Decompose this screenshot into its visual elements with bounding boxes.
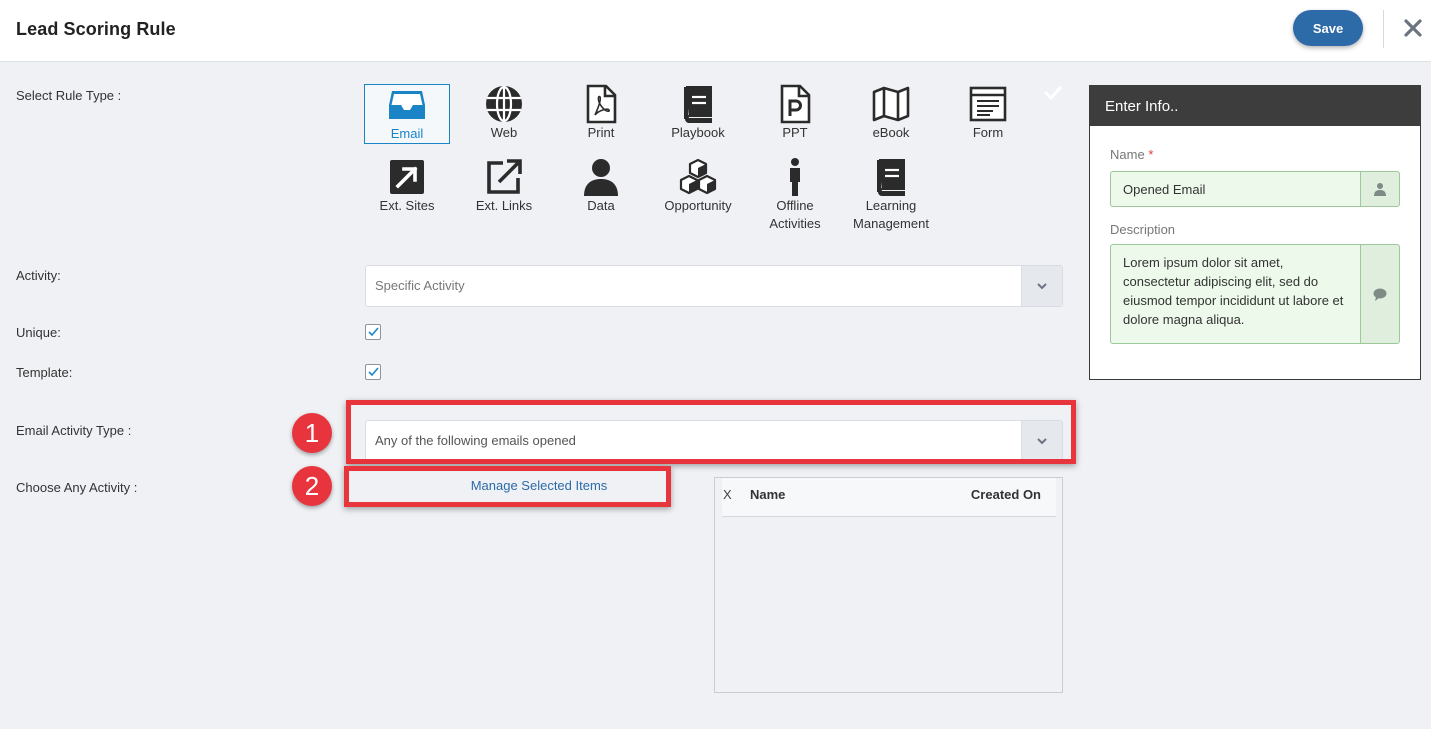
step-badge-2: 2: [292, 466, 332, 506]
rule-type-ext-links[interactable]: Ext. Links: [461, 157, 547, 215]
close-icon[interactable]: [1401, 16, 1425, 40]
rule-type-label: Offline Activities: [769, 198, 821, 231]
cubes-icon: [679, 158, 717, 195]
page-title: Lead Scoring Rule: [16, 19, 176, 39]
divider: [1383, 10, 1384, 48]
check-icon: [1044, 86, 1062, 100]
rule-type-label: Print: [587, 125, 615, 140]
rule-type-label: Playbook: [671, 125, 725, 140]
rule-type-offline-activities[interactable]: Offline Activities: [752, 157, 838, 233]
template-checkbox[interactable]: [365, 364, 381, 380]
choose-any-activity-label: Choose Any Activity :: [16, 480, 138, 495]
rule-type-label: Email: [390, 126, 424, 141]
name-label: Name *: [1110, 147, 1154, 162]
description-field[interactable]: Lorem ipsum dolor sit amet, consectetur …: [1110, 244, 1360, 344]
select-rule-type-label: Select Rule Type :: [16, 88, 122, 103]
created-on-column-header[interactable]: Created On: [971, 487, 1041, 502]
rule-type-data[interactable]: Data: [558, 157, 644, 215]
rule-type-playbook[interactable]: Playbook: [655, 84, 741, 142]
activity-select-value: Specific Activity: [375, 278, 465, 293]
book-icon: [877, 159, 905, 196]
rule-type-label: Learning Management: [853, 198, 929, 231]
name-field-addon: [1360, 171, 1400, 207]
rule-type-ext-sites[interactable]: Ext. Sites: [364, 157, 450, 215]
highlight-box-2: [344, 466, 671, 507]
top-bar: Lead Scoring Rule Save: [0, 0, 1431, 62]
unique-label: Unique:: [16, 325, 61, 340]
checkmark-icon: [368, 327, 379, 337]
selected-items-grid: X Name Created On: [714, 477, 1063, 693]
external-arrow-box-icon: [390, 160, 424, 194]
rule-type-label: Ext. Sites: [379, 198, 435, 213]
activity-select[interactable]: Specific Activity: [365, 265, 1063, 307]
user-icon: [1374, 183, 1386, 196]
rule-type-ppt[interactable]: PPT: [752, 84, 838, 142]
remove-column-header[interactable]: X: [723, 487, 732, 502]
rule-type-label: eBook: [872, 125, 910, 140]
grid-header: X Name Created On: [722, 478, 1056, 517]
rule-type-print[interactable]: Print: [558, 84, 644, 142]
rule-type-label: Data: [587, 198, 615, 213]
book-icon: [684, 86, 712, 123]
highlight-box-1: [346, 400, 1076, 464]
rule-type-label: Ext. Links: [475, 198, 533, 213]
rule-type-learning-management[interactable]: Learning Management: [848, 157, 934, 233]
email-activity-type-label: Email Activity Type :: [16, 423, 132, 438]
save-button[interactable]: Save: [1293, 10, 1363, 46]
globe-icon: [486, 85, 522, 123]
ppt-file-icon: [780, 84, 811, 124]
rule-type-opportunity[interactable]: Opportunity: [655, 157, 741, 215]
rule-type-label: Web: [490, 125, 518, 140]
required-mark: *: [1148, 147, 1154, 162]
rule-type-label: PPT: [782, 125, 808, 140]
step-badge-1: 1: [292, 413, 332, 453]
name-field[interactable]: Opened Email: [1110, 171, 1360, 207]
description-field-addon: [1360, 244, 1400, 344]
rule-type-label: Opportunity: [664, 198, 732, 213]
rule-type-web[interactable]: Web: [461, 84, 547, 142]
external-link-icon: [487, 159, 522, 194]
unique-checkbox[interactable]: [365, 324, 381, 340]
comment-icon: [1373, 288, 1387, 301]
checkmark-icon: [368, 367, 379, 377]
rule-type-form[interactable]: Form: [945, 84, 1031, 142]
user-icon: [584, 159, 618, 196]
form-icon: [969, 86, 1007, 122]
rule-type-email[interactable]: Email: [364, 84, 450, 144]
rule-type-ebook[interactable]: eBook: [848, 84, 934, 142]
dropdown-toggle[interactable]: [1021, 266, 1062, 306]
chevron-down-icon: [1037, 283, 1047, 290]
template-label: Template:: [16, 365, 73, 380]
activity-label: Activity:: [16, 268, 61, 283]
description-label: Description: [1110, 222, 1176, 237]
pdf-file-icon: [586, 84, 617, 124]
rule-type-label: Form: [972, 125, 1004, 140]
name-column-header[interactable]: Name: [750, 487, 785, 502]
inbox-icon: [389, 91, 425, 119]
panel-title: Enter Info..: [1090, 86, 1420, 126]
person-standing-icon: [790, 158, 800, 196]
enter-info-panel: Enter Info.. Name * Opened Email Descrip…: [1089, 85, 1421, 380]
map-icon: [872, 86, 910, 122]
